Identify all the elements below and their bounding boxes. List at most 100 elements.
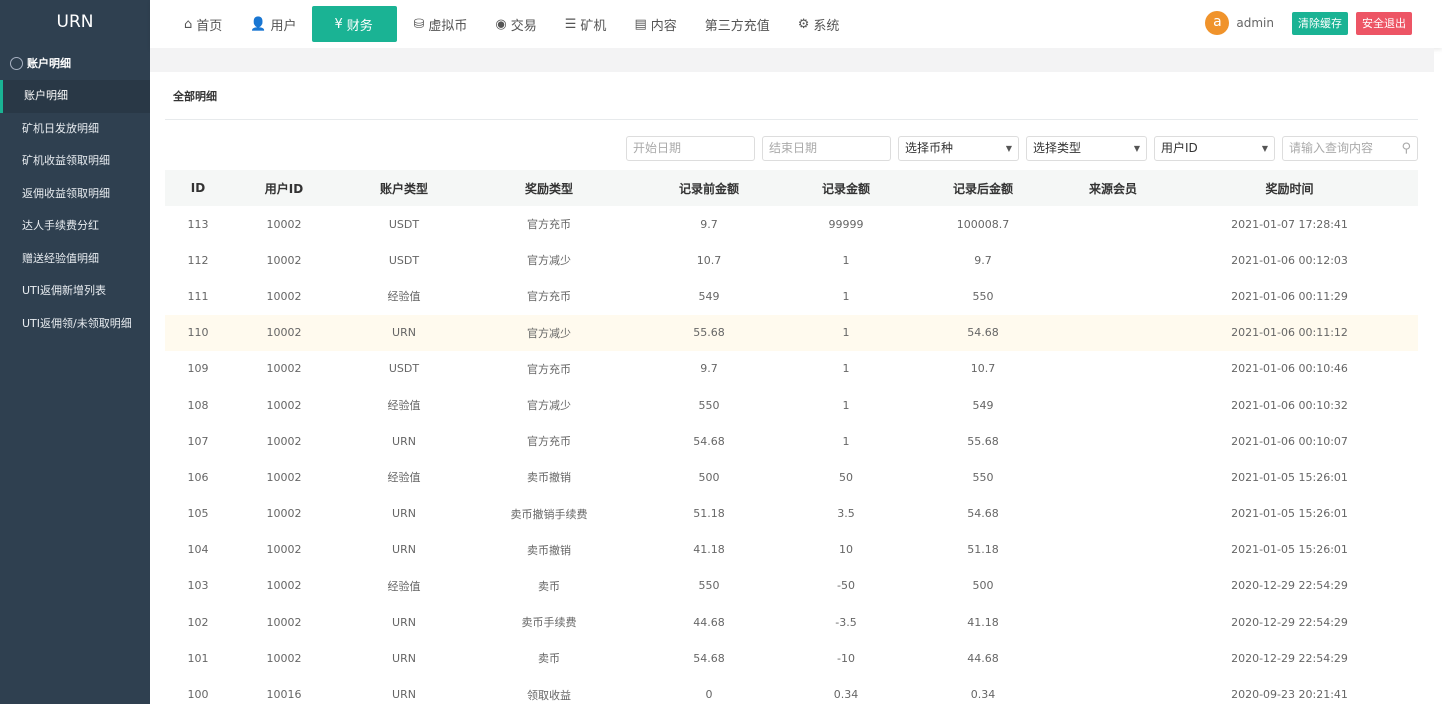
table-row[interactable]: 101 10002 URN 卖币 54.68 -10 44.68 2020-12-29 22:… — [165, 640, 1418, 676]
table-cell: 54.68 — [693, 434, 725, 448]
type-select-value: 选择类型 — [1033, 141, 1082, 155]
table-cell: 51.18 — [967, 543, 999, 557]
table-cell: 10016 — [266, 688, 302, 702]
user-id-select[interactable]: 用户ID ▼ — [1154, 136, 1275, 161]
table-row[interactable]: 109 10002 USDT 官方充币 9.7 1 10.7 2021-01-06 00:10… — [165, 351, 1418, 387]
search-icon[interactable]: ⚲ — [1401, 137, 1411, 160]
table-cell: URN — [392, 543, 416, 557]
table-row[interactable]: 113 10002 USDT 官方充币 9.7 99999 100008.7 2021-01-… — [165, 206, 1418, 242]
table-cell — [1065, 278, 1161, 314]
sidebar-item[interactable]: UTI返佣领/未领取明细 — [0, 308, 150, 341]
nav-item[interactable]: ◉ 交易 — [483, 6, 548, 42]
table-cell — [1065, 640, 1161, 676]
table-cell: 107 — [187, 434, 209, 448]
nav-item[interactable]: ☰ 矿机 — [553, 6, 619, 42]
table-cell: 10.7 — [696, 253, 722, 267]
column-header: 记录金额 — [791, 170, 901, 206]
table-cell: 112 — [187, 253, 209, 267]
exchange-icon: ◉ — [495, 16, 507, 32]
table-cell: 102 — [187, 615, 209, 629]
table-cell: -10 — [837, 651, 855, 665]
table-row[interactable]: 104 10002 URN 卖币撤销 41.18 10 51.18 2021-01-05 15… — [165, 532, 1418, 568]
table-cell: -50 — [837, 579, 855, 593]
search-placeholder: 请输入查询内容 — [1289, 141, 1374, 155]
table-cell: 105 — [187, 507, 209, 521]
logout-button[interactable]: 安全退出 — [1356, 11, 1412, 35]
nav-item[interactable]: ⛁ 虚拟币 — [401, 6, 479, 42]
table-cell: 卖币 — [538, 652, 560, 666]
search-input[interactable]: 请输入查询内容 ⚲ — [1282, 136, 1418, 161]
table-cell: 10.7 — [970, 362, 996, 376]
finance-icon: ¥ — [334, 16, 343, 32]
user-icon: 👤 — [250, 16, 267, 32]
table-cell: 10002 — [266, 651, 302, 665]
table-cell: 2020-12-29 22:54:29 — [1231, 651, 1348, 665]
table-cell: 领取收益 — [527, 688, 571, 702]
table-cell: URN — [337, 314, 471, 351]
sidebar-item[interactable]: 账户明细 — [0, 80, 150, 113]
sidebar-item[interactable]: 矿机收益领取明细 — [0, 145, 150, 178]
table-row[interactable]: 107 10002 URN 官方充币 54.68 1 55.68 2021-01-06 00:… — [165, 423, 1418, 459]
table-cell: 41.18 — [693, 543, 725, 557]
table-row[interactable]: 103 10002 经验值 卖币 550 -50 500 2020-12-29 22:54:2… — [165, 568, 1418, 604]
nav-item[interactable]: ⌂ 首页 — [172, 6, 234, 42]
sidebar-item[interactable]: 赠送经验值明细 — [0, 243, 150, 276]
table-cell: 111 — [187, 289, 209, 303]
table-cell: 2021-01-05 15:26:01 — [1231, 470, 1348, 484]
table-row[interactable]: 111 10002 经验值 官方充币 549 1 550 2021-01-06 00:11:2… — [165, 278, 1418, 314]
table-cell: 2021-01-06 00:11:29 — [1231, 289, 1348, 303]
currency-select[interactable]: 选择币种 ▼ — [898, 136, 1019, 161]
sidebar-item[interactable]: UTI返佣新增列表 — [0, 275, 150, 308]
search-icon — [10, 56, 23, 70]
table-cell: 10002 — [266, 579, 302, 593]
username[interactable]: admin — [1236, 16, 1274, 30]
nav-item[interactable]: 👤 用户 — [238, 6, 308, 42]
table-cell: 9.7 — [974, 253, 992, 267]
sidebar: URN 账户明细 账户明细 矿机日发放明细 矿机收益领取明细 返佣收益领取明细 达人手续… — [0, 0, 150, 704]
table-cell: 55.68 — [627, 314, 791, 351]
nav-item[interactable]: 第三方充值 — [693, 6, 782, 42]
table-cell: 10002 — [266, 470, 302, 484]
table-cell: 2021-01-06 00:10:07 — [1231, 434, 1348, 448]
table-row[interactable]: 105 10002 URN 卖币撤销手续费 51.18 3.5 54.68 2021-01-0… — [165, 496, 1418, 532]
table-cell: 10002 — [266, 543, 302, 557]
column-header: 来源会员 — [1065, 170, 1161, 206]
table-cell: 100 — [187, 688, 209, 702]
table-row[interactable]: 102 10002 URN 卖币手续费 44.68 -3.5 41.18 2020-12-29… — [165, 604, 1418, 640]
table-cell: 2021-01-05 15:26:01 — [1231, 507, 1348, 521]
content-panel: 全部明细 开始日期 结束日期 选择币种 ▼ 选择类型 ▼ 用户ID ▼ 请输入查询内容… — [165, 72, 1418, 702]
sidebar-group[interactable]: 账户明细 — [0, 46, 150, 80]
avatar[interactable]: a — [1205, 11, 1230, 35]
table-cell: 500 — [698, 470, 720, 484]
table-cell: 1 — [842, 253, 850, 267]
sidebar-group-label: 账户明细 — [27, 57, 71, 70]
sidebar-item[interactable]: 达人手续费分红 — [0, 210, 150, 243]
table-row[interactable]: 110 10002 URN 官方减少 55.68 1 54.68 2021-01-06 00:… — [165, 314, 1418, 351]
table-cell: 2020-12-29 22:54:29 — [1231, 579, 1348, 593]
chevron-down-icon: ▼ — [1261, 144, 1268, 153]
server-icon: ☰ — [564, 16, 577, 32]
table-cell: 50 — [839, 470, 853, 484]
start-date-input[interactable]: 开始日期 — [626, 136, 755, 161]
nav-item[interactable]: ▤ 内容 — [622, 6, 688, 42]
table-cell: 550 — [698, 579, 720, 593]
nav-item[interactable]: ⚙ 系统 — [786, 6, 852, 42]
table-cell: 官方充币 — [527, 435, 571, 449]
clear-cache-button[interactable]: 清除缓存 — [1292, 11, 1348, 35]
table-cell: 2021-01-06 00:10:46 — [1231, 362, 1348, 376]
end-date-input[interactable]: 结束日期 — [762, 136, 891, 161]
table-cell: 10002 — [266, 615, 302, 629]
nav-item[interactable]: ¥ 财务 — [312, 6, 398, 42]
table-row[interactable]: 108 10002 经验值 官方减少 550 1 549 2021-01-06 00:10:3… — [165, 387, 1418, 423]
sidebar-item[interactable]: 返佣收益领取明细 — [0, 178, 150, 211]
sidebar-item[interactable]: 矿机日发放明细 — [0, 113, 150, 146]
table-cell: 10002 — [231, 314, 337, 351]
type-select[interactable]: 选择类型 ▼ — [1026, 136, 1147, 161]
table-row[interactable]: 112 10002 USDT 官方减少 10.7 1 9.7 2021-01-06 00:12… — [165, 242, 1418, 278]
table-cell: 2021-01-06 00:10:32 — [1231, 398, 1348, 412]
table-row[interactable]: 100 10016 URN 领取收益 0 0.34 0.34 2020-09-23 20:21… — [165, 676, 1418, 712]
table-row[interactable]: 106 10002 经验值 卖币撤销 500 50 550 2021-01-05 15:26:… — [165, 459, 1418, 495]
table-cell: 9.7 — [700, 362, 718, 376]
table-cell: USDT — [388, 217, 420, 231]
table-cell — [1065, 604, 1161, 640]
